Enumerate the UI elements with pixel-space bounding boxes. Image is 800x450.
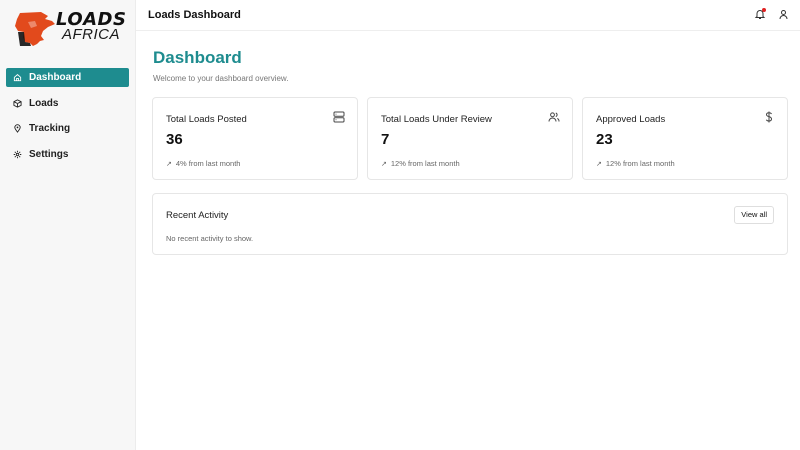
sidebar-item-label: Settings [29, 148, 69, 160]
sidebar-nav: Dashboard Loads Tracking Settings [6, 68, 129, 170]
server-icon [333, 111, 345, 123]
dollar-icon [765, 111, 773, 123]
stat-value: 7 [381, 131, 390, 148]
view-all-button[interactable]: View all [734, 206, 774, 224]
sidebar-item-settings[interactable]: Settings [6, 145, 129, 164]
top-bar: Loads Dashboard [136, 0, 800, 31]
trend-up-arrow-icon: ↗ [596, 160, 602, 168]
sidebar: LOADS AFRICA Dashboard Loads Tracking Se… [0, 0, 136, 450]
stat-trend: ↗ 12% from last month [381, 159, 460, 168]
header-title: Loads Dashboard [148, 9, 241, 21]
users-icon [548, 112, 560, 122]
stat-trend-text: 12% from last month [605, 159, 675, 168]
stat-label: Approved Loads [596, 114, 666, 125]
stat-value: 23 [596, 131, 613, 148]
sidebar-item-tracking[interactable]: Tracking [6, 119, 129, 138]
stat-card-total-loads: Total Loads Posted 36 ↗ 4% from last mon… [152, 97, 358, 180]
sidebar-item-label: Loads [29, 97, 59, 109]
recent-activity-panel: Recent Activity View all No recent activ… [152, 193, 788, 255]
trend-up-arrow-icon: ↗ [166, 160, 172, 168]
africa-map-icon [15, 12, 55, 46]
page-title: Dashboard [153, 48, 242, 67]
sidebar-item-label: Tracking [29, 123, 71, 134]
empty-state-text: No recent activity to show. [166, 234, 254, 243]
sidebar-item-dashboard[interactable]: Dashboard [6, 68, 129, 87]
sidebar-item-loads[interactable]: Loads [6, 94, 129, 113]
stat-card-approved: Approved Loads 23 ↗ 12% from last month [582, 97, 788, 180]
recent-activity-title: Recent Activity [166, 210, 229, 221]
stat-label: Total Loads Posted [166, 114, 247, 125]
stat-value: 36 [166, 131, 183, 148]
user-icon[interactable] [778, 9, 789, 20]
gear-icon [12, 149, 22, 159]
stat-card-under-review: Total Loads Under Review 7 ↗ 12% from la… [367, 97, 573, 180]
map-pin-icon [12, 124, 22, 134]
stat-trend: ↗ 12% from last month [596, 159, 675, 168]
loads-africa-logo[interactable]: LOADS AFRICA [14, 10, 126, 52]
stat-label: Total Loads Under Review [381, 114, 492, 125]
package-icon [12, 98, 22, 108]
logo-subtitle: AFRICA [62, 26, 121, 43]
home-icon [12, 73, 22, 83]
page-subtitle: Welcome to your dashboard overview. [153, 74, 289, 83]
notification-badge [762, 8, 766, 12]
sidebar-item-label: Dashboard [29, 72, 82, 83]
trend-up-arrow-icon: ↗ [381, 160, 387, 168]
stat-trend-text: 12% from last month [390, 159, 460, 168]
stat-trend-text: 4% from last month [175, 159, 241, 168]
stat-trend: ↗ 4% from last month [166, 159, 240, 168]
